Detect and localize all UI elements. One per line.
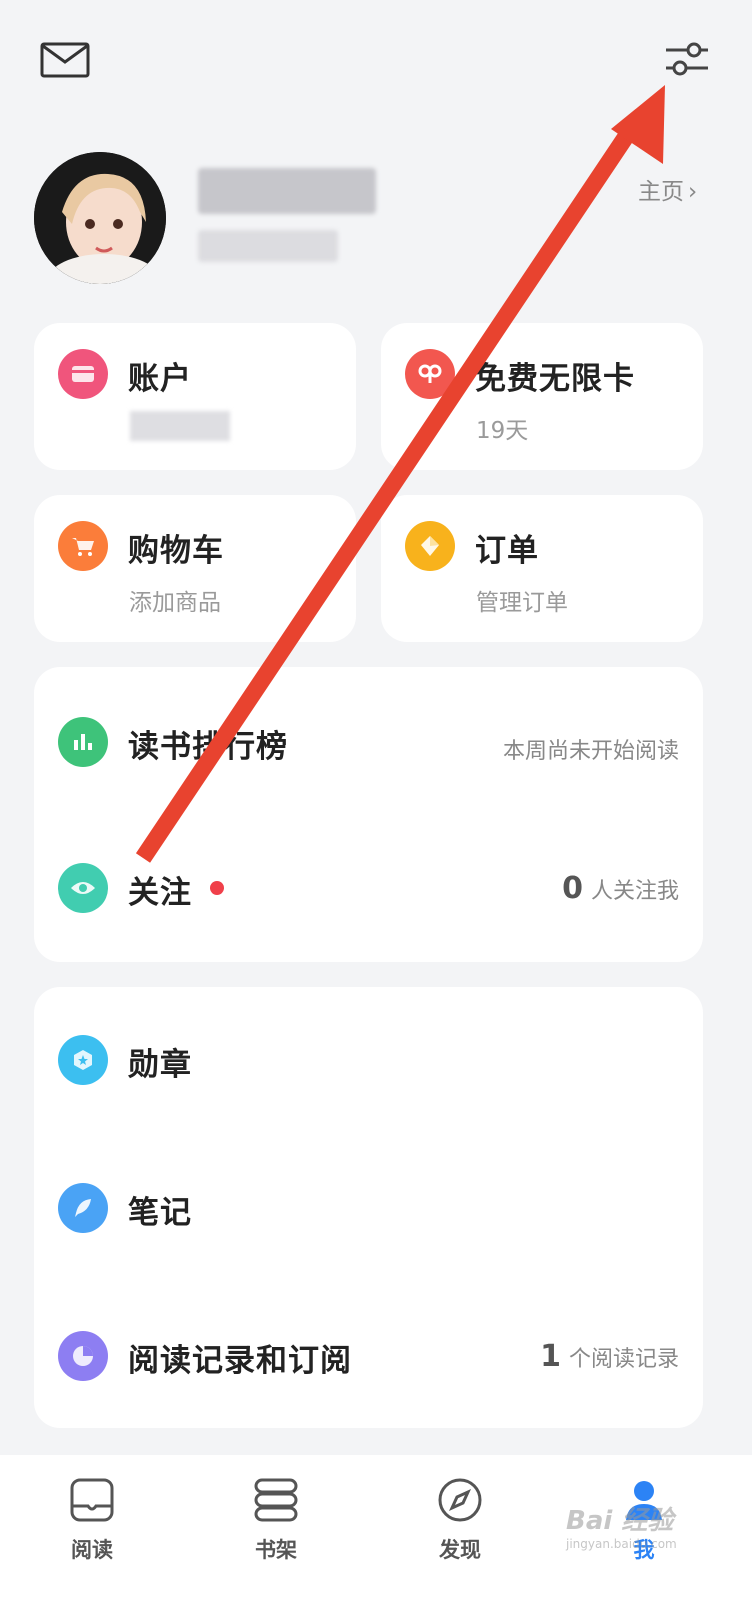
account-title: 账户 [128, 361, 192, 397]
followers-count: 0 [562, 871, 583, 906]
bar-chart-icon [58, 717, 108, 767]
notes-title: 笔记 [128, 1195, 192, 1231]
orders-subtitle: 管理订单 [476, 590, 568, 616]
cart-card[interactable]: 购物车 添加商品 [34, 495, 356, 642]
mail-icon [40, 42, 90, 78]
eye-icon [58, 863, 108, 913]
follow-title: 关注 [128, 875, 192, 911]
order-icon [405, 521, 455, 571]
history-title: 阅读记录和订阅 [128, 1343, 352, 1379]
cart-title: 购物车 [128, 533, 224, 569]
notification-dot [210, 881, 224, 895]
free-card-title: 免费无限卡 [475, 361, 635, 397]
notes-row[interactable]: 笔记 [34, 1163, 703, 1253]
history-label: 个阅读记录 [568, 1347, 679, 1372]
settings-button[interactable] [664, 40, 710, 80]
book-icon [70, 1478, 114, 1522]
bookshelf-icon [254, 1478, 298, 1522]
medals-row[interactable]: 勋章 [34, 1015, 703, 1105]
tab-read-label: 阅读 [71, 1538, 113, 1562]
medals-title: 勋章 [128, 1047, 192, 1083]
avatar-image [34, 152, 166, 284]
history-row[interactable]: 阅读记录和订阅 1 个阅读记录 [34, 1311, 703, 1401]
homepage-label: 主页 [638, 179, 684, 205]
records-list-card: 勋章 笔记 阅读记录和订阅 1 个阅读记录 [34, 987, 703, 1428]
social-list-card: 读书排行榜 本周尚未开始阅读 关注 0 人关注我 [34, 667, 703, 962]
follow-row[interactable]: 关注 0 人关注我 [34, 843, 703, 933]
reading-history-icon [58, 1331, 108, 1381]
free-card-days: 19天 [476, 418, 529, 444]
history-info: 1 个阅读记录 [540, 1339, 679, 1374]
user-info-blurred [198, 230, 338, 262]
tab-shelf-label: 书架 [255, 1538, 297, 1562]
cart-icon [58, 521, 108, 571]
watermark: Bai 经验 jingyan.baidu.com [566, 1500, 677, 1551]
followers-info: 0 人关注我 [562, 871, 679, 906]
ranking-title: 读书排行榜 [128, 729, 288, 765]
mail-button[interactable] [40, 42, 90, 78]
account-card[interactable]: 账户 [34, 323, 356, 470]
settings-sliders-icon [666, 42, 708, 76]
orders-card[interactable]: 订单 管理订单 [381, 495, 703, 642]
tab-shelf[interactable]: 书架 [216, 1476, 336, 1564]
loop-icon [405, 349, 455, 399]
avatar[interactable] [34, 152, 166, 284]
free-card-card[interactable]: 免费无限卡 19天 [381, 323, 703, 470]
history-count: 1 [540, 1339, 561, 1374]
feather-icon [58, 1183, 108, 1233]
compass-icon [438, 1478, 482, 1522]
username-blurred [198, 168, 376, 214]
tab-discover-label: 发现 [439, 1538, 481, 1562]
tab-read[interactable]: 阅读 [32, 1476, 152, 1564]
watermark-url: jingyan.baidu.com [566, 1537, 677, 1551]
tab-discover[interactable]: 发现 [400, 1476, 520, 1564]
watermark-logo: Bai 经验 [566, 1506, 674, 1536]
wallet-icon [58, 349, 108, 399]
homepage-link[interactable]: 主页 › [638, 172, 697, 206]
ranking-status: 本周尚未开始阅读 [502, 739, 679, 764]
chevron-right-icon: › [688, 179, 698, 205]
orders-title: 订单 [475, 533, 539, 569]
ranking-row[interactable]: 读书排行榜 本周尚未开始阅读 [34, 697, 703, 787]
account-balance-blurred [130, 411, 230, 441]
cart-subtitle: 添加商品 [129, 590, 221, 616]
medal-icon [58, 1035, 108, 1085]
followers-label: 人关注我 [590, 879, 679, 904]
